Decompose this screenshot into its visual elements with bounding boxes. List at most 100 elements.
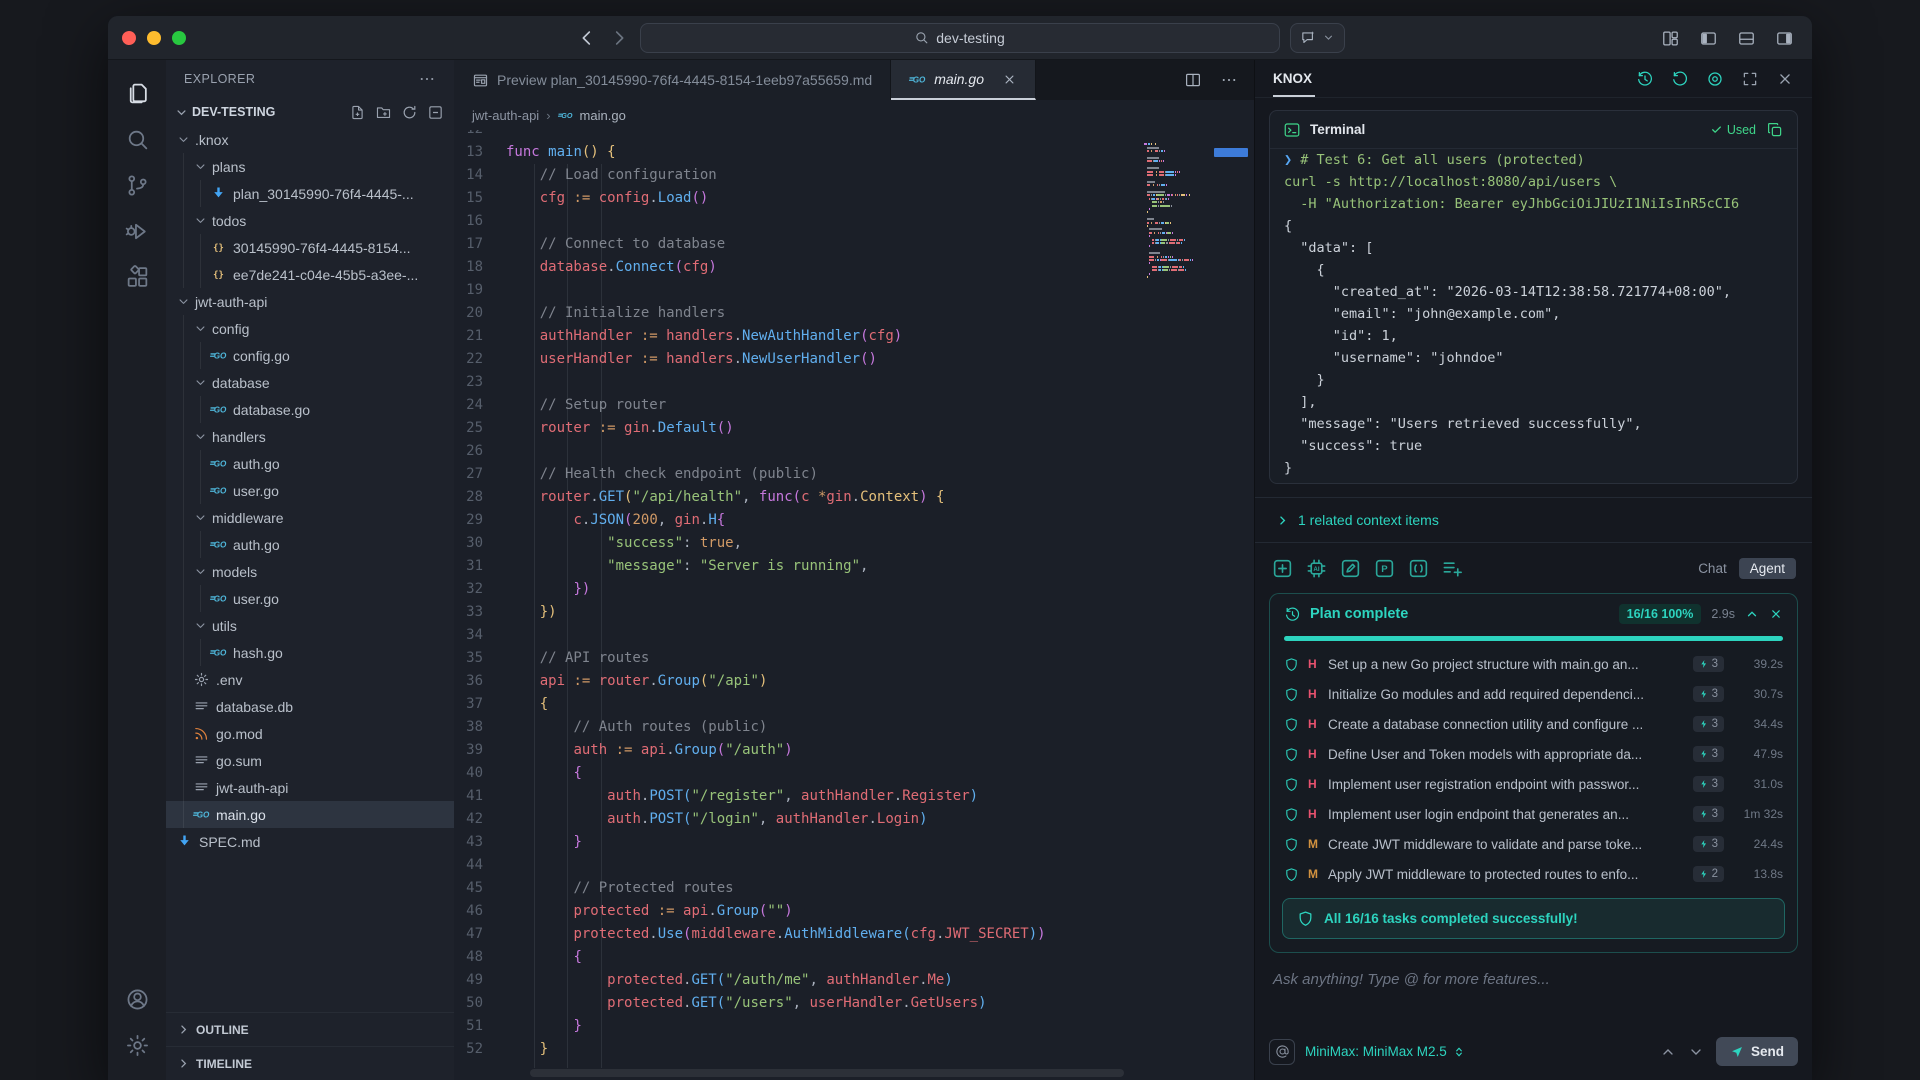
activity-search[interactable] [115,116,159,162]
close-plan-button[interactable] [1769,607,1783,621]
plan-header[interactable]: Plan complete 16/16 100% 2.9s [1270,594,1797,634]
tree-file-user.go[interactable]: GOuser.go [166,477,454,504]
copy-button[interactable] [1766,121,1784,139]
tree-file-.env[interactable]: .env [166,666,454,693]
activity-settings[interactable] [115,1022,159,1068]
collapse-plan-button[interactable] [1745,607,1759,621]
agent-mode-button[interactable]: Agent [1739,558,1796,579]
tree-file-database.db[interactable]: database.db [166,693,454,720]
new-folder-button[interactable] [375,104,392,121]
tree-file-main.go[interactable]: GOmain.go [166,801,454,828]
tree-folder-utils[interactable]: utils [166,612,454,639]
tree-file-SPEC.md[interactable]: SPEC.md [166,828,454,855]
new-file-button[interactable] [349,104,366,121]
chevron-down-icon [193,159,208,174]
add-list-button[interactable] [1441,557,1464,580]
related-context-row[interactable]: 1 related context items [1255,497,1812,543]
tree-folder-database[interactable]: database [166,369,454,396]
tree-folder-plans[interactable]: plans [166,153,454,180]
back-button[interactable] [576,27,598,49]
plan-task-row[interactable]: MCreate JWT middleware to validate and p… [1270,829,1797,859]
ai-model-button[interactable]: AI [1305,557,1328,580]
tree-folder-todos[interactable]: todos [166,207,454,234]
scroll-down-button[interactable] [1688,1044,1704,1060]
code-editor[interactable]: 1213func main() {14 // Load configuratio… [454,130,1254,1080]
tree-folder-handlers[interactable]: handlers [166,423,454,450]
tree-folder-config[interactable]: config [166,315,454,342]
activity-account[interactable] [115,976,159,1022]
code-line-33: 33 }) [454,601,1254,624]
tree-file-go.mod[interactable]: go.mod [166,720,454,747]
workspace-search[interactable]: dev-testing [640,23,1280,53]
zoom-window-button[interactable] [172,31,186,45]
more-actions-icon[interactable] [418,70,436,88]
customize-layout-button[interactable] [1661,29,1680,48]
minimize-window-button[interactable] [147,31,161,45]
toggle-primary-sidebar-button[interactable] [1699,29,1718,48]
horizontal-scrollbar[interactable] [530,1069,1124,1077]
scroll-up-button[interactable] [1660,1044,1676,1060]
restore-checkpoint-button[interactable] [1671,70,1689,88]
tree-file-hash.go[interactable]: GOhash.go [166,639,454,666]
plan-task-row[interactable]: HSet up a new Go project structure with … [1270,649,1797,679]
tree-folder-.knox[interactable]: .knox [166,126,454,153]
tree-file-user.go[interactable]: GOuser.go [166,585,454,612]
terminal-output[interactable]: ❯ # Test 6: Get all users (protected)cur… [1270,149,1797,483]
split-editor-button[interactable] [1184,71,1202,89]
terminal-card-header[interactable]: Terminal Used [1270,111,1797,149]
tree-file-auth.go[interactable]: GOauth.go [166,531,454,558]
more-editor-actions-button[interactable] [1220,71,1238,89]
minimap[interactable] [1144,134,1244,694]
tree-folder-jwt-auth-api[interactable]: jwt-auth-api [166,288,454,315]
breadcrumb-file[interactable]: main.go [580,108,626,123]
compose-button[interactable] [1339,557,1362,580]
collapse-folders-button[interactable] [427,104,444,121]
workspace-root-row[interactable]: DEV-TESTING [166,98,454,126]
chat-input[interactable]: Ask anything! Type @ for more features..… [1273,971,1794,988]
chat-toggle-button[interactable] [1290,23,1345,53]
scope-button[interactable] [1706,70,1724,88]
plan-task-row[interactable]: HImplement user registration endpoint wi… [1270,769,1797,799]
tree-file-config.go[interactable]: GOconfig.go [166,342,454,369]
refresh-explorer-button[interactable] [401,104,418,121]
forward-button[interactable] [608,27,630,49]
tree-folder-middleware[interactable]: middleware [166,504,454,531]
tree-file-jwt-auth-api[interactable]: jwt-auth-api [166,774,454,801]
tab-preview[interactable]: Preview plan_30145990-76f4-4445-8154-1ee… [454,60,891,100]
tree-folder-models[interactable]: models [166,558,454,585]
close-window-button[interactable] [122,31,136,45]
chat-mode-button[interactable]: Chat [1698,561,1727,576]
prompts-button[interactable]: P [1373,557,1396,580]
activity-source-control[interactable] [115,162,159,208]
tab-main.go[interactable]: GOmain.go [891,60,1036,100]
send-button[interactable]: Send [1716,1037,1798,1066]
close-tab-button[interactable] [1002,72,1017,87]
plan-task-row[interactable]: HImplement user login endpoint that gene… [1270,799,1797,829]
variables-button[interactable] [1407,557,1430,580]
close-panel-button[interactable] [1776,70,1794,88]
history-button[interactable] [1636,70,1654,88]
toggle-secondary-sidebar-button[interactable] [1775,29,1794,48]
plan-task-row[interactable]: HDefine User and Token models with appro… [1270,739,1797,769]
model-selector[interactable]: MiniMax: MiniMax M2.5 [1305,1044,1466,1059]
knox-title[interactable]: KNOX [1273,60,1312,97]
tree-file-30145990-76f4-4445-8154...[interactable]: {}30145990-76f4-4445-8154... [166,234,454,261]
tree-file-go.sum[interactable]: go.sum [166,747,454,774]
expand-panel-button[interactable] [1741,70,1759,88]
tree-file-auth.go[interactable]: GOauth.go [166,450,454,477]
activity-explorer[interactable] [115,70,159,116]
breadcrumb-folder[interactable]: jwt-auth-api [472,108,539,123]
add-context-button[interactable] [1271,557,1294,580]
activity-extensions[interactable] [115,254,159,300]
tree-file-plan_30145990-76f4-4445-...[interactable]: plan_30145990-76f4-4445-... [166,180,454,207]
mention-button[interactable] [1269,1039,1295,1065]
plan-task-row[interactable]: MApply JWT middleware to protected route… [1270,859,1797,889]
activity-run-debug[interactable] [115,208,159,254]
tree-file-database.go[interactable]: GOdatabase.go [166,396,454,423]
plan-task-row[interactable]: HInitialize Go modules and add required … [1270,679,1797,709]
toggle-panel-button[interactable] [1737,29,1756,48]
outline-section-header[interactable]: OUTLINE [166,1012,454,1046]
timeline-section-header[interactable]: TIMELINE [166,1046,454,1080]
plan-task-row[interactable]: HCreate a database connection utility an… [1270,709,1797,739]
tree-file-ee7de241-c04e-45b5-a3ee-...[interactable]: {}ee7de241-c04e-45b5-a3ee-... [166,261,454,288]
